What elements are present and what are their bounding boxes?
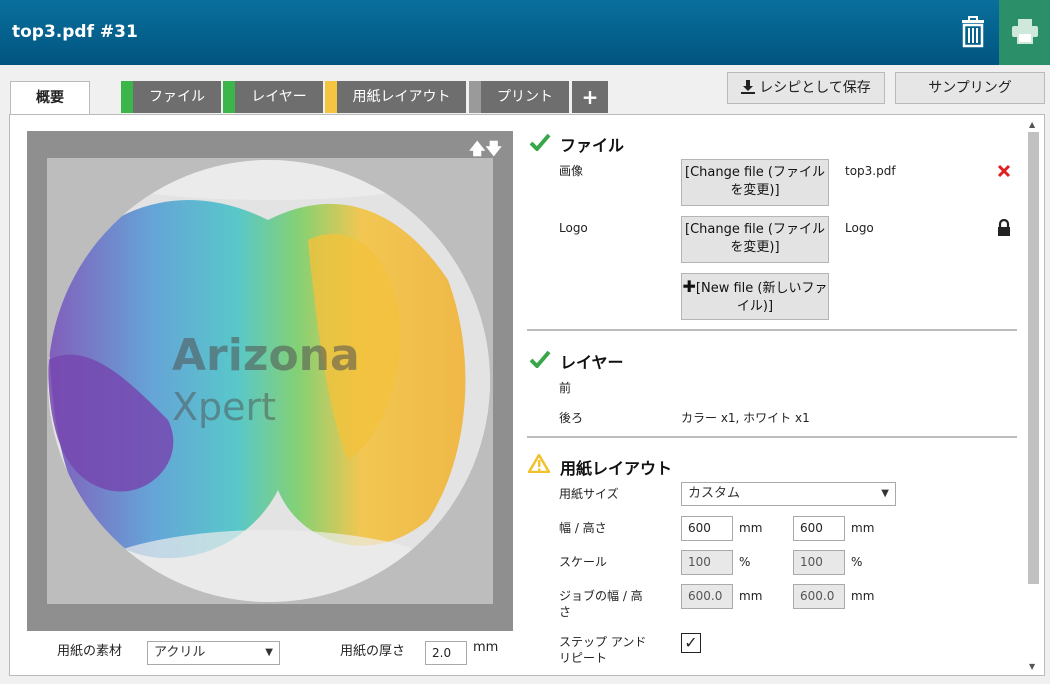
job-width-height-label: ジョブの幅 / 高さ [559, 589, 643, 619]
watermark-text: Arizona [172, 330, 360, 381]
scale-y-unit: % [851, 555, 863, 569]
tab-file[interactable]: ファイル [121, 81, 221, 113]
layer-section-title: レイヤー [560, 353, 624, 372]
section-divider [527, 436, 1017, 438]
watermark-text-2: Xpert [172, 385, 277, 429]
logo-filename: Logo [845, 221, 874, 235]
thickness-input[interactable]: 2.0 [425, 641, 467, 665]
file-section-title: ファイル [560, 136, 625, 155]
warning-icon [528, 454, 550, 473]
scale-x-input: 100 [681, 550, 733, 575]
tab-print[interactable]: プリント [469, 81, 569, 113]
step-repeat-checkbox[interactable]: ✓ [681, 633, 701, 653]
tab-bar: 概要 ファイル レイヤー 用紙レイアウト プリント + [0, 65, 1050, 115]
back-layer-label: 後ろ [559, 411, 584, 425]
tab-status-bar [469, 81, 481, 113]
thickness-label: 用紙の厚さ [340, 644, 406, 659]
reorder-arrows-icon[interactable]: 🡅🡇 [469, 138, 502, 165]
change-logo-file-button[interactable]: [Change file (ファイルを変更)] [681, 216, 829, 263]
page-title: top3.pdf #31 [12, 22, 138, 42]
preview-image [48, 160, 490, 602]
scrollbar-thumb[interactable] [1028, 132, 1039, 584]
save-recipe-button[interactable]: レシピとして保存 [727, 72, 885, 104]
tab-overview[interactable]: 概要 [10, 81, 90, 115]
media-size-select[interactable]: カスタム ▼ [681, 482, 896, 506]
chevron-down-icon: ▼ [881, 488, 889, 499]
scale-label: スケール [559, 555, 608, 569]
scroll-down-icon[interactable]: ▼ [1029, 662, 1035, 671]
tab-media-layout[interactable]: 用紙レイアウト [325, 81, 466, 113]
download-icon [741, 80, 756, 94]
scrollbar[interactable]: ▲ ▼ [1026, 118, 1042, 674]
scale-y-input: 100 [793, 550, 845, 575]
width-unit: mm [739, 521, 763, 535]
lock-icon [998, 219, 1010, 236]
image-label: 画像 [559, 164, 584, 178]
tab-status-bar [121, 81, 133, 113]
width-height-label: 幅 / 高さ [559, 521, 607, 535]
new-file-button[interactable]: ✚[New file (新しいファイル)] [681, 273, 829, 320]
job-width-input: 600.0 [681, 584, 733, 609]
printer-icon [1012, 19, 1038, 44]
print-button[interactable] [999, 0, 1050, 65]
width-input[interactable]: 600 [681, 516, 733, 541]
section-divider [527, 329, 1017, 331]
media-size-label: 用紙サイズ [559, 487, 619, 501]
job-height-input: 600.0 [793, 584, 845, 609]
job-width-unit: mm [739, 589, 763, 603]
step-repeat-label: ステップ アンド リピート [559, 635, 647, 665]
height-input[interactable]: 600 [793, 516, 845, 541]
tab-layer[interactable]: レイヤー [223, 81, 323, 113]
tab-status-bar [223, 81, 235, 113]
image-filename: top3.pdf [845, 164, 896, 178]
material-select[interactable]: アクリル ▼ [147, 641, 280, 665]
job-height-unit: mm [851, 589, 875, 603]
plus-icon: ✚ [682, 277, 696, 296]
add-tab-button[interactable]: + [572, 81, 608, 113]
title-bar: top3.pdf #31 [0, 0, 1050, 65]
tab-status-bar [325, 81, 337, 113]
material-label: 用紙の素材 [57, 644, 123, 659]
check-icon [529, 350, 551, 368]
sampling-button[interactable]: サンプリング [895, 72, 1045, 104]
front-layer-label: 前 [559, 381, 572, 395]
check-icon [529, 133, 551, 151]
height-unit: mm [851, 521, 875, 535]
delete-icon[interactable] [997, 164, 1011, 178]
change-image-file-button[interactable]: [Change file (ファイルを変更)] [681, 159, 829, 206]
back-layer-value: カラー x1, ホワイト x1 [681, 411, 810, 425]
scale-x-unit: % [739, 555, 751, 569]
logo-label: Logo [559, 221, 588, 235]
scroll-up-icon[interactable]: ▲ [1029, 120, 1035, 129]
thickness-unit: mm [473, 640, 499, 655]
chevron-down-icon: ▼ [265, 647, 273, 658]
layout-section-title: 用紙レイアウト [560, 459, 673, 478]
trash-icon[interactable] [958, 16, 988, 48]
